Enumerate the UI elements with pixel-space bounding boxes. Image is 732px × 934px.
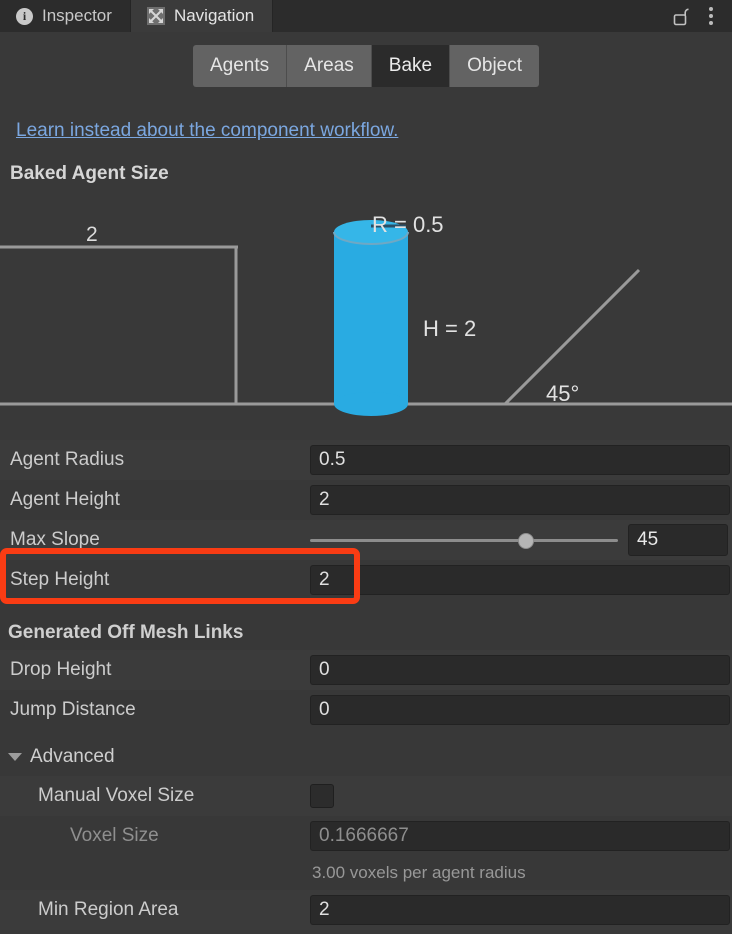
- agent-height-label: Agent Height: [10, 489, 120, 510]
- manual-voxel-size-checkbox[interactable]: [310, 784, 334, 808]
- max-slope-label: Max Slope: [10, 529, 100, 550]
- jump-distance-label: Jump Distance: [10, 699, 136, 720]
- chevron-down-icon: [8, 753, 22, 761]
- segmented-control: Agents Areas Bake Object: [192, 45, 540, 87]
- bake-settings-list: Agent Radius 0.5 Agent Height 2 Max Slop…: [0, 440, 732, 930]
- baked-agent-size-heading: Baked Agent Size: [10, 163, 169, 184]
- tab-inspector[interactable]: i Inspector: [0, 0, 131, 32]
- manual-voxel-size-label: Manual Voxel Size: [38, 785, 195, 806]
- advanced-label: Advanced: [30, 746, 115, 767]
- window-tab-strip: i Inspector Navigation: [0, 0, 732, 32]
- drop-height-label: Drop Height: [10, 659, 112, 680]
- section-spacer-1: [0, 600, 732, 616]
- min-region-area-label: Min Region Area: [38, 899, 179, 920]
- kebab-menu-icon[interactable]: [698, 0, 724, 32]
- voxel-size-row: Voxel Size 0.1666667: [0, 816, 732, 856]
- navigation-icon: [146, 7, 165, 25]
- slider-knob[interactable]: [517, 533, 534, 549]
- voxel-size-label: Voxel Size: [70, 825, 159, 846]
- voxel-size-input[interactable]: 0.1666667: [310, 821, 730, 851]
- svg-text:2: 2: [86, 223, 98, 246]
- min-region-area-row: Min Region Area 2: [0, 890, 732, 930]
- tab-navigation-label: Navigation: [173, 6, 255, 25]
- window-controls: [668, 0, 732, 32]
- baked-agent-size-diagram: 2 R = 0.5 H = 2 45°: [0, 196, 732, 428]
- tab-bake-label: Bake: [388, 55, 433, 76]
- step-height-input[interactable]: 2: [310, 565, 730, 595]
- max-slope-slider[interactable]: [310, 530, 618, 550]
- generated-off-mesh-links-heading: Generated Off Mesh Links: [8, 622, 244, 643]
- kebab-dots: [709, 7, 713, 25]
- agent-radius-row: Agent Radius 0.5: [0, 440, 732, 480]
- agent-height-row: Agent Height 2: [0, 480, 732, 520]
- slider-track: [310, 539, 618, 542]
- info-icon: i: [16, 7, 33, 25]
- max-slope-row: Max Slope 45: [0, 520, 732, 560]
- jump-distance-row: Jump Distance 0: [0, 690, 732, 730]
- min-region-area-input[interactable]: 2: [310, 895, 730, 925]
- agent-radius-label: Agent Radius: [10, 449, 125, 470]
- svg-text:H = 2: H = 2: [423, 316, 476, 341]
- svg-text:R = 0.5: R = 0.5: [372, 212, 444, 237]
- svg-text:45°: 45°: [546, 381, 579, 406]
- tab-object[interactable]: Object: [450, 45, 540, 87]
- voxel-size-helper-text: 3.00 voxels per agent radius: [0, 856, 732, 890]
- generated-off-mesh-links-heading-row: Generated Off Mesh Links: [0, 616, 732, 650]
- component-workflow-link-row: Learn instead about the component workfl…: [16, 120, 398, 142]
- manual-voxel-size-row: Manual Voxel Size: [0, 776, 732, 816]
- agent-radius-input[interactable]: 0.5: [310, 445, 730, 475]
- navigation-inspector-window: i Inspector Navigation Agents Areas Bake…: [0, 0, 732, 934]
- step-height-label: Step Height: [10, 569, 110, 590]
- bake-toolbar: Agents Areas Bake Object: [0, 32, 732, 100]
- tab-areas[interactable]: Areas: [287, 45, 372, 87]
- tab-agents[interactable]: Agents: [192, 45, 288, 87]
- max-slope-slider-area: 45: [310, 520, 732, 560]
- component-workflow-link[interactable]: Learn instead about the component workfl…: [16, 120, 398, 141]
- drop-height-input[interactable]: 0: [310, 655, 730, 685]
- section-spacer-2: [0, 730, 732, 738]
- step-height-row: Step Height 2: [0, 560, 732, 600]
- tab-object-label: Object: [467, 55, 523, 76]
- max-slope-input[interactable]: 45: [628, 524, 728, 556]
- tab-inspector-label: Inspector: [42, 6, 112, 25]
- jump-distance-input[interactable]: 0: [310, 695, 730, 725]
- tab-bake[interactable]: Bake: [371, 45, 451, 87]
- tab-areas-label: Areas: [304, 55, 354, 76]
- tab-navigation[interactable]: Navigation: [130, 0, 274, 32]
- tab-agents-label: Agents: [209, 55, 270, 76]
- advanced-foldout[interactable]: Advanced: [0, 738, 732, 776]
- agent-height-input[interactable]: 2: [310, 485, 730, 515]
- unlocked-padlock-icon[interactable]: [668, 0, 694, 32]
- drop-height-row: Drop Height 0: [0, 650, 732, 690]
